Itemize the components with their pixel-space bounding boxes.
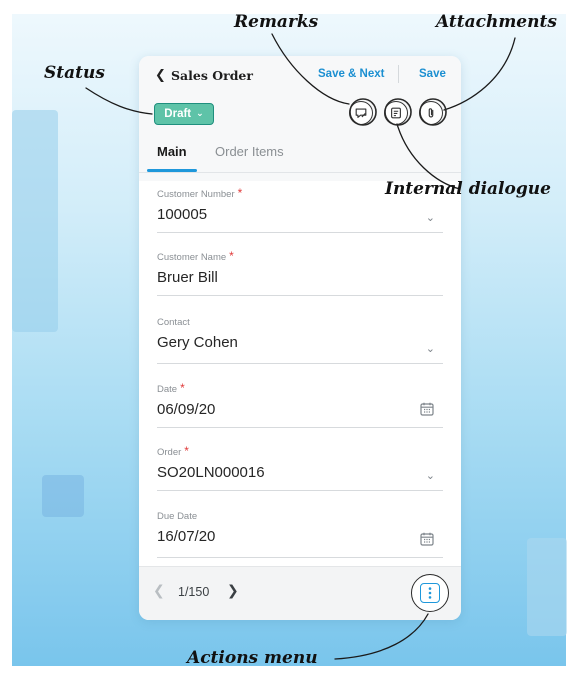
more-vertical-icon bbox=[428, 587, 432, 599]
remarks-icon[interactable] bbox=[349, 101, 373, 125]
chevron-left-icon[interactable]: ❮ bbox=[155, 68, 166, 83]
callout-attachments: Attachments bbox=[436, 12, 557, 32]
field-label: Due Date bbox=[157, 511, 198, 522]
order-field[interactable]: Order * SO20LN000016 ⌄ bbox=[157, 444, 443, 491]
field-label: Order * bbox=[157, 444, 189, 458]
save-and-next-button[interactable]: Save & Next bbox=[318, 68, 384, 80]
customer-name-field[interactable]: Customer Name * Bruer Bill bbox=[157, 249, 443, 296]
date-field[interactable]: Date * 06/09/20 bbox=[157, 381, 443, 428]
calendar-icon[interactable] bbox=[419, 401, 435, 420]
field-value: 16/07/20 bbox=[157, 528, 216, 545]
header-divider-line bbox=[139, 172, 461, 173]
chevron-down-icon: ⌄ bbox=[196, 109, 204, 119]
chevron-down-icon[interactable]: ⌄ bbox=[426, 342, 435, 355]
decor-panel-right bbox=[527, 538, 567, 636]
required-marker: * bbox=[229, 249, 234, 263]
chevron-right-icon[interactable]: ❯ bbox=[227, 583, 239, 599]
page-counter: 1/150 bbox=[178, 585, 210, 599]
required-marker: * bbox=[237, 186, 243, 200]
actions-menu-highlight bbox=[411, 574, 449, 612]
tab-main[interactable]: Main bbox=[157, 144, 187, 159]
field-label: Date * bbox=[157, 381, 185, 395]
status-dropdown[interactable]: Draft ⌄ bbox=[154, 103, 214, 125]
field-value: Bruer Bill bbox=[157, 269, 218, 286]
field-label: Customer Name * bbox=[157, 249, 234, 263]
callout-actions-menu: Actions menu bbox=[187, 648, 318, 668]
header-divider bbox=[398, 65, 399, 83]
decor-panel-left bbox=[12, 110, 58, 332]
due-date-field[interactable]: Due Date 16/07/20 bbox=[157, 511, 443, 558]
callout-remarks: Remarks bbox=[234, 12, 319, 32]
required-marker: * bbox=[184, 444, 189, 458]
callout-status: Status bbox=[44, 63, 105, 83]
attachment-icon[interactable] bbox=[419, 101, 443, 125]
page-title: Sales Order bbox=[171, 68, 253, 83]
actions-menu-button[interactable] bbox=[420, 583, 440, 603]
chevron-down-icon[interactable]: ⌄ bbox=[426, 469, 435, 482]
field-value: SO20LN000016 bbox=[157, 464, 265, 481]
internal-dialogue-icon[interactable] bbox=[384, 101, 408, 125]
calendar-icon[interactable] bbox=[419, 531, 435, 550]
save-button[interactable]: Save bbox=[419, 68, 446, 80]
field-label: Contact bbox=[157, 317, 190, 328]
required-marker: * bbox=[180, 381, 185, 395]
status-label: Draft bbox=[164, 108, 192, 120]
contact-field[interactable]: Contact Gery Cohen ⌄ bbox=[157, 317, 443, 364]
tab-order-items[interactable]: Order Items bbox=[215, 144, 284, 159]
chevron-left-icon[interactable]: ❮ bbox=[153, 583, 165, 599]
chevron-down-icon[interactable]: ⌄ bbox=[426, 211, 435, 224]
field-value: Gery Cohen bbox=[157, 334, 238, 351]
field-value: 100005 bbox=[157, 206, 208, 223]
callout-internal-dialogue: Internal dialogue bbox=[385, 179, 551, 199]
decor-square bbox=[42, 475, 84, 517]
sales-order-screen: ❮ Sales Order Save & Next Save Draft ⌄ M… bbox=[139, 56, 461, 620]
field-value: 06/09/20 bbox=[157, 401, 216, 418]
screen-header: ❮ Sales Order Save & Next Save Draft ⌄ M… bbox=[139, 56, 461, 181]
